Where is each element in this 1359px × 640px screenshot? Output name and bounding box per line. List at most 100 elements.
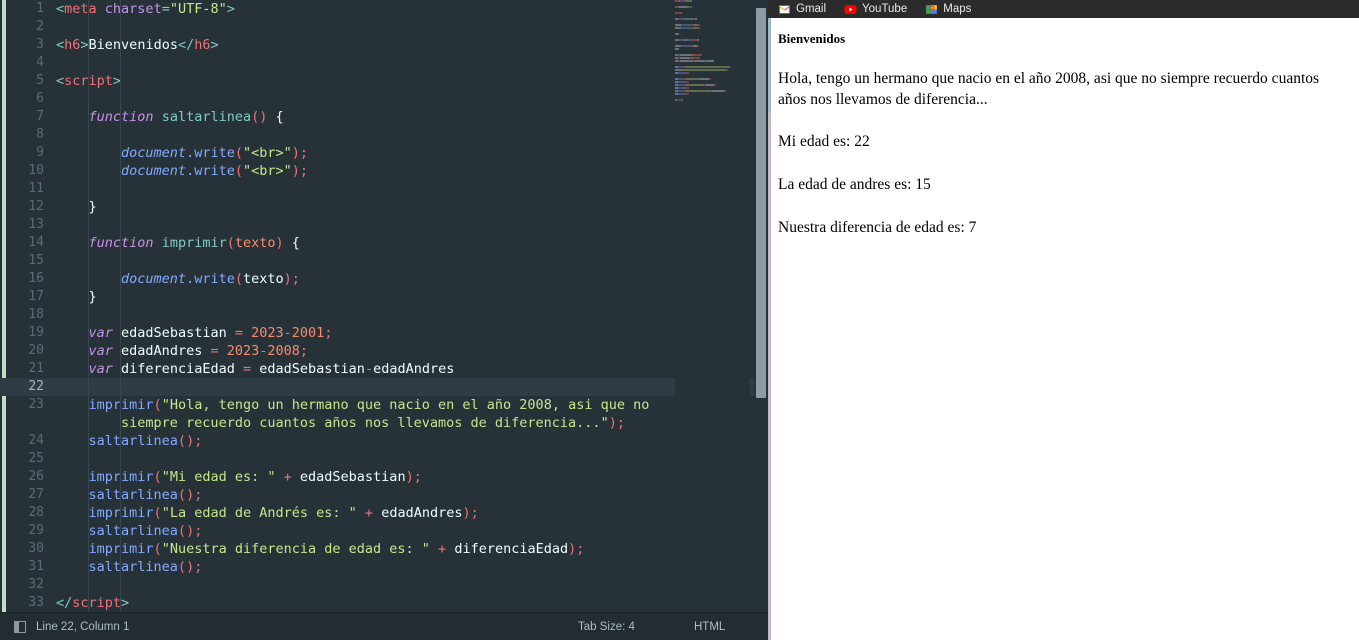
line-number: 6 — [36, 91, 44, 106]
bookmark-label: Gmail — [796, 3, 827, 15]
output-paragraph: Mi edad es: 22 — [778, 133, 870, 151]
language-mode[interactable]: HTML — [694, 621, 725, 633]
code-line[interactable]: 21 var diferenciaEdad = edadSebastian-ed… — [0, 360, 768, 378]
app-root: 1 <meta charset="UTF-8"> 2 3 <h6>Bienvenidos… — [0, 0, 1359, 640]
indent-guide — [88, 270, 89, 288]
indent-guide — [120, 180, 121, 198]
minimap-line — [675, 3, 750, 5]
code-line[interactable]: 32 — [0, 576, 768, 594]
bookmark-gmail[interactable]: Gmail — [778, 3, 826, 16]
cursor-position[interactable]: Line 22, Column 1 — [36, 621, 129, 633]
indent-guide — [120, 198, 121, 216]
code-line[interactable]: 5<script> — [0, 72, 768, 90]
indent-guide — [120, 522, 121, 540]
code-line[interactable]: 17 } — [0, 288, 768, 306]
minimap-line — [675, 39, 750, 41]
code-line[interactable]: 1 <meta charset="UTF-8"> — [0, 0, 768, 18]
code-line[interactable]: 29 saltarlinea(); — [0, 522, 768, 540]
indent-guide — [88, 288, 89, 306]
code-line[interactable]: 7 function saltarlinea() { — [0, 108, 768, 126]
code-line[interactable]: 2 — [0, 18, 768, 36]
indent-guide — [88, 216, 89, 234]
code-line[interactable]: 33 </script> — [0, 594, 768, 612]
indent-guide — [120, 18, 121, 36]
code-line[interactable]: 4 — [0, 54, 768, 72]
code-line[interactable]: 20 var edadAndres = 2023-2008; — [0, 342, 768, 360]
status-bar: Line 22, Column 1 Tab Size: 4 HTML — [0, 612, 768, 640]
code-area[interactable]: 1 <meta charset="UTF-8"> 2 3 <h6>Bienvenidos… — [0, 0, 768, 613]
code-line[interactable]: 27 saltarlinea(); — [0, 486, 768, 504]
line-number: 10 — [28, 163, 44, 178]
code-line[interactable]: 14 function imprimir(texto) { — [0, 234, 768, 252]
line-number: 7 — [36, 109, 44, 124]
minimap-line — [675, 15, 750, 17]
code-line[interactable]: 22 — [0, 378, 768, 396]
code-line[interactable]: 18 — [0, 306, 768, 324]
line-number: 27 — [28, 487, 44, 502]
code-line[interactable]: 9 document.write("<br>"); — [0, 144, 768, 162]
code-line[interactable]: 13 — [0, 216, 768, 234]
code-line[interactable]: 8 — [0, 126, 768, 144]
indent-guide — [88, 594, 89, 612]
minimap-line — [675, 0, 750, 2]
indent-guide — [120, 0, 121, 18]
indent-guide — [88, 36, 89, 54]
minimap-line — [675, 87, 750, 89]
line-number: 8 — [36, 127, 44, 142]
indent-guide — [120, 36, 121, 54]
line-number: 5 — [36, 73, 44, 88]
editor-scrollbar-track[interactable] — [754, 0, 768, 613]
minimap-line — [675, 51, 750, 53]
minimap-line — [675, 96, 750, 98]
line-number: 23 — [28, 397, 44, 412]
code-line[interactable]: 31 saltarlinea(); — [0, 558, 768, 576]
indent-guide — [88, 144, 89, 162]
code-line[interactable]: siempre recuerdo cuantos años nos llevam… — [0, 414, 768, 432]
indent-guide — [120, 270, 121, 288]
line-content: function imprimir(texto) { — [88, 235, 300, 251]
code-line[interactable]: 15 — [0, 252, 768, 270]
line-number: 21 — [28, 361, 44, 376]
code-line[interactable]: 10 document.write("<br>"); — [0, 162, 768, 180]
minimap-line — [675, 33, 750, 35]
page-left-edge — [768, 18, 771, 640]
editor-scrollbar-thumb[interactable] — [756, 8, 766, 398]
minimap[interactable] — [675, 0, 750, 613]
indent-guide — [88, 576, 89, 594]
line-content: var diferenciaEdad = edadSebastian-edadA… — [88, 361, 455, 377]
line-content: imprimir("Hola, tengo un hermano que nac… — [88, 397, 650, 413]
indent-guide — [120, 360, 121, 378]
bookmark-maps[interactable]: Maps — [925, 3, 971, 16]
line-number: 11 — [28, 181, 44, 196]
code-line[interactable]: 28 imprimir("La edad de Andrés es: " + e… — [0, 504, 768, 522]
gmail-icon — [778, 3, 791, 16]
line-number: 14 — [28, 235, 44, 250]
tab-size-indicator[interactable]: Tab Size: 4 — [578, 621, 635, 633]
code-line[interactable]: 25 — [0, 450, 768, 468]
line-number: 9 — [36, 145, 44, 160]
bookmark-youtube[interactable]: YouTube — [844, 3, 907, 16]
code-line[interactable]: 26 imprimir("Mi edad es: " + edadSebasti… — [0, 468, 768, 486]
code-line[interactable]: 30 imprimir("Nuestra diferencia de edad … — [0, 540, 768, 558]
indent-guide — [88, 306, 89, 324]
line-number: 12 — [28, 199, 44, 214]
indent-guide — [120, 396, 121, 414]
line-content: saltarlinea(); — [88, 433, 203, 449]
code-line[interactable]: 16 document.write(texto); — [0, 270, 768, 288]
code-line[interactable]: 11 — [0, 180, 768, 198]
indent-guide — [120, 558, 121, 576]
indent-guide — [88, 126, 89, 144]
code-line[interactable]: 23 imprimir("Hola, tengo un hermano que … — [0, 396, 768, 414]
code-line[interactable]: 3 <h6>Bienvenidos</h6> — [0, 36, 768, 54]
minimap-line — [675, 54, 750, 56]
line-number: 24 — [28, 433, 44, 448]
panel-toggle-icon[interactable] — [14, 620, 26, 633]
indent-guide — [88, 360, 89, 378]
indent-guide — [120, 234, 121, 252]
code-line[interactable]: 24 saltarlinea(); — [0, 432, 768, 450]
code-line[interactable]: 6 — [0, 90, 768, 108]
line-content: <h6>Bienvenidos</h6> — [56, 37, 219, 53]
bookmark-label: YouTube — [862, 3, 908, 15]
code-line[interactable]: 19 var edadSebastian = 2023-2001; — [0, 324, 768, 342]
code-line[interactable]: 12 } — [0, 198, 768, 216]
